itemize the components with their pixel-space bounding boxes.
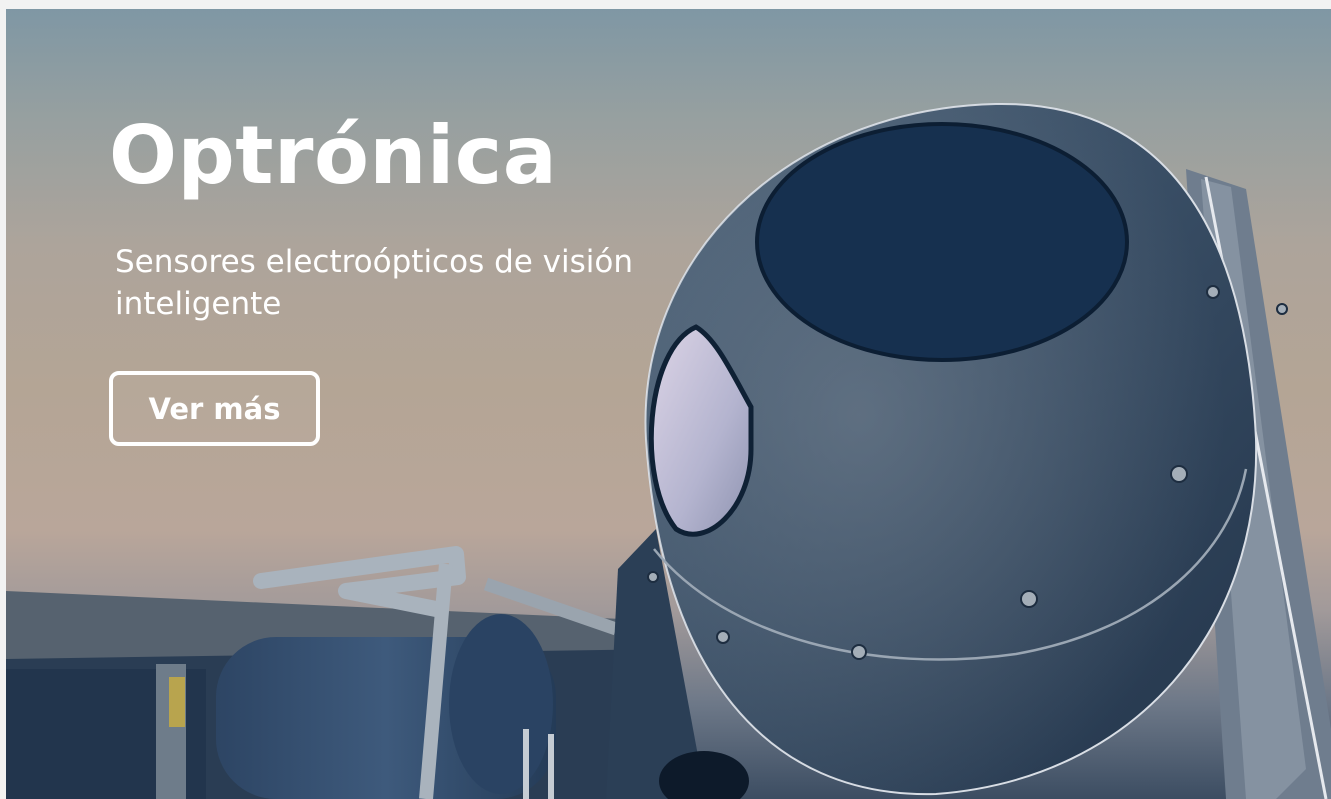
hero-subtitle: Sensores electroópticos de visión inteli… bbox=[115, 244, 634, 322]
see-more-button[interactable]: Ver más bbox=[109, 371, 320, 446]
hero-banner: Optrónica Sensores electroópticos de vis… bbox=[6, 9, 1331, 799]
page-title: Optrónica bbox=[109, 109, 558, 202]
